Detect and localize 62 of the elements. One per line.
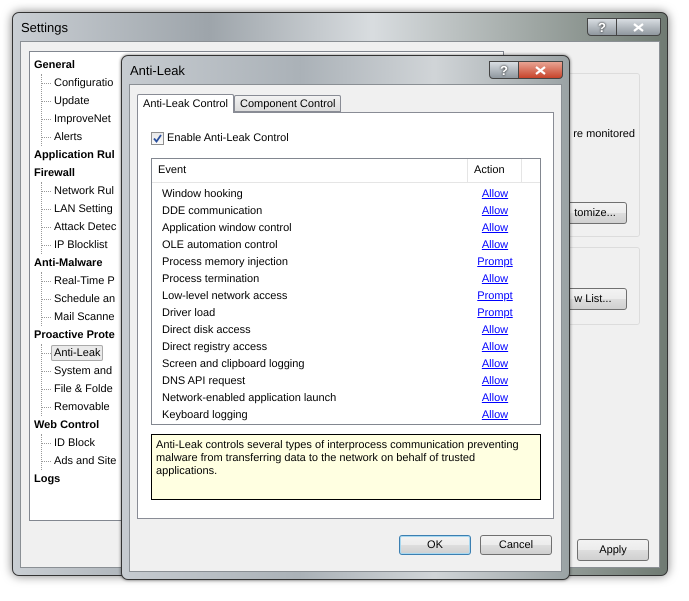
tree-item[interactable]: Ads and Site xyxy=(51,453,120,469)
event-cell-text: Driver load xyxy=(161,306,216,318)
tree-item[interactable]: Anti-Leak xyxy=(51,345,104,361)
tree-item[interactable]: IP Blocklist xyxy=(51,237,111,253)
tree-item[interactable]: Alerts xyxy=(51,129,86,145)
event-cell-text: Low-level network access xyxy=(161,290,288,302)
event-cell-text: Application window control xyxy=(161,222,293,234)
action-link[interactable]: Prompt xyxy=(477,290,513,302)
tree-item[interactable]: System and xyxy=(51,363,116,379)
tree-item[interactable]: ID Block xyxy=(51,435,98,451)
event-cell-text: Window hooking xyxy=(161,188,244,200)
action-link[interactable]: Prompt xyxy=(477,256,513,268)
close-button[interactable] xyxy=(617,18,661,36)
tab[interactable]: Component Control xyxy=(234,95,342,112)
action-link[interactable]: Allow xyxy=(482,358,508,370)
action-link[interactable]: Allow xyxy=(482,324,508,336)
tree-item[interactable]: Configuratio xyxy=(51,75,116,91)
window-title: Settings xyxy=(21,20,69,34)
action-link[interactable]: Allow xyxy=(482,188,508,200)
event-cell-text: Screen and clipboard logging xyxy=(161,358,306,370)
tree-item[interactable]: Schedule an xyxy=(51,291,118,307)
event-cell-text: Keyboard logging xyxy=(161,408,249,420)
tree-item[interactable]: ImproveNet xyxy=(51,111,114,127)
dialog-title: Anti-Leak xyxy=(130,62,186,78)
tree-item[interactable]: Mail Scanne xyxy=(51,309,118,325)
event-cell-text: DDE communication xyxy=(161,204,264,216)
checkbox-label: Enable Anti-Leak Control xyxy=(167,132,289,144)
dialog-button[interactable]: Cancel xyxy=(480,535,552,555)
close-icon xyxy=(633,22,644,32)
column-header[interactable]: Action xyxy=(468,159,522,182)
event-cell-text: Direct disk access xyxy=(161,324,252,336)
action-link[interactable]: Allow xyxy=(482,340,508,352)
tree-item[interactable]: File & Folde xyxy=(51,381,116,397)
tree-item[interactable]: Network Rul xyxy=(51,183,117,199)
close-button[interactable] xyxy=(519,61,563,79)
event-cell-text: Process termination xyxy=(161,272,260,284)
event-cell-text: Network-enabled application launch xyxy=(161,392,338,404)
action-link[interactable]: Allow xyxy=(482,392,508,404)
action-link[interactable]: Allow xyxy=(482,222,508,234)
tree-item[interactable]: Real-Time P xyxy=(51,273,118,289)
action-link[interactable]: Allow xyxy=(482,238,508,250)
checkbox[interactable] xyxy=(151,132,164,144)
event-cell-text: OLE automation control xyxy=(161,238,279,250)
dialog-button[interactable]: OK xyxy=(399,535,471,555)
tab[interactable]: Anti-Leak Control xyxy=(137,94,234,113)
column-header[interactable]: Event xyxy=(152,159,468,182)
description-text: Anti-Leak controls several types of interprocess communication preventing malware from transferring data to the network on behalf of trusted applications. xyxy=(151,434,541,500)
tree-item[interactable]: Update xyxy=(51,93,92,109)
event-cell-text: Process memory injection xyxy=(161,256,289,268)
tree-item[interactable]: Attack Detec xyxy=(51,219,120,235)
close-icon xyxy=(535,66,546,74)
action-link[interactable]: Allow xyxy=(482,374,508,386)
tree-item[interactable]: LAN Setting xyxy=(51,201,116,217)
group-text: re monitored xyxy=(573,128,635,140)
action-link[interactable]: Allow xyxy=(482,408,508,420)
event-cell-text: Direct registry access xyxy=(161,340,268,352)
action-link[interactable]: Prompt xyxy=(477,306,513,318)
action-link[interactable]: Allow xyxy=(482,272,508,284)
action-link[interactable]: Allow xyxy=(482,204,508,216)
tree-item[interactable]: Removable xyxy=(51,399,113,415)
apply-button[interactable]: Apply xyxy=(577,539,649,561)
event-cell-text: DNS API request xyxy=(161,374,246,386)
